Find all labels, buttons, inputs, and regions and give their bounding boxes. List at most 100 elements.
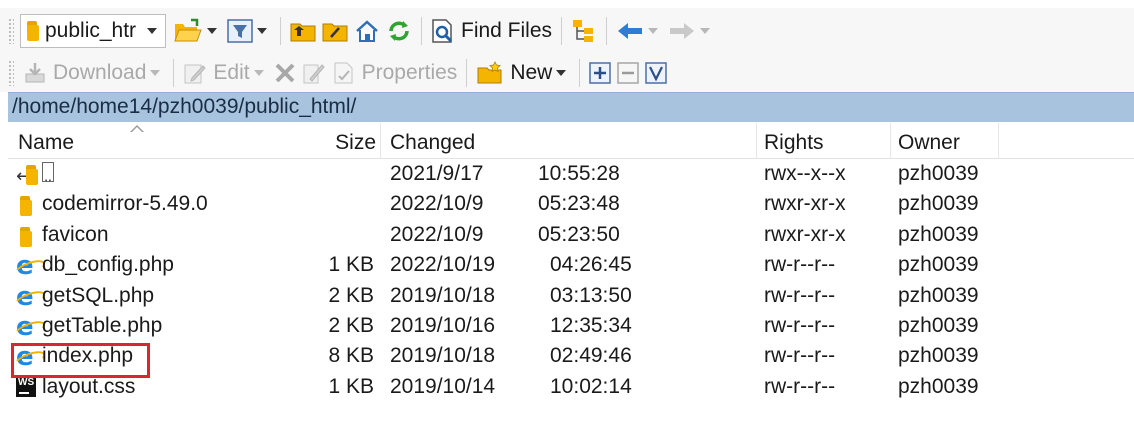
folder-icon — [20, 226, 32, 247]
file-row-db-config[interactable]: e db_config.php 1 KB 2022/10/19 04:26:45… — [8, 250, 1134, 280]
new-label: New — [510, 61, 553, 84]
chevron-down-icon[interactable] — [150, 70, 161, 76]
chevron-down-icon[interactable] — [207, 28, 217, 34]
file-rights: rwxr-xr-x — [764, 192, 846, 216]
toolbar-grip[interactable] — [8, 18, 14, 44]
file-time: 03:13:50 — [550, 283, 632, 307]
file-row-codemirror[interactable]: codemirror-5.49.0 2022/10/9 05:23:48 rwx… — [8, 189, 1134, 219]
file-row-parent[interactable]: ↵ .. 2021/9/17 10:55:28 rwx--x--x pzh003… — [8, 159, 1134, 189]
chevron-down-icon[interactable] — [700, 28, 711, 34]
rename-icon — [303, 64, 325, 84]
ie-file-icon: e — [16, 252, 40, 280]
file-row-index[interactable]: e index.php 8 KB 2019/10/18 02:49:46 rw-… — [8, 341, 1134, 371]
forward-button[interactable] — [665, 14, 717, 48]
file-row-gettable[interactable]: e getTable.php 2 KB 2019/10/16 12:35:34 … — [8, 311, 1134, 341]
select-files-button[interactable] — [586, 56, 614, 90]
file-name: getSQL.php — [42, 283, 155, 307]
tree-view-icon — [573, 20, 594, 42]
open-directory-button[interactable] — [170, 14, 224, 48]
parent-dir-name: .. — [42, 162, 54, 184]
file-size: 2 KB — [328, 313, 374, 337]
home-icon — [356, 20, 378, 42]
download-icon — [25, 63, 45, 83]
chevron-down-icon[interactable] — [257, 28, 267, 34]
file-row-favicon[interactable]: favicon 2022/10/9 05:23:50 rwxr-xr-x pzh… — [8, 220, 1134, 250]
properties-icon — [334, 62, 353, 84]
parent-directory-button[interactable] — [287, 14, 319, 48]
file-rights: rw-r--r-- — [764, 374, 836, 398]
toolbar-separator — [173, 59, 175, 87]
filter-button[interactable] — [224, 14, 274, 48]
edit-button[interactable]: Edit — [180, 56, 270, 90]
file-time: 05:23:48 — [538, 192, 620, 216]
column-header-size[interactable]: Size — [335, 131, 376, 155]
address-bar[interactable]: /home/home14/pzh0039/public_html/ — [8, 92, 1134, 122]
tree-view-button[interactable] — [568, 14, 600, 48]
column-divider[interactable] — [756, 123, 757, 159]
file-name: codemirror-5.49.0 — [42, 192, 208, 216]
file-owner: pzh0039 — [898, 344, 979, 368]
file-row-getsql[interactable]: e getSQL.php 2 KB 2019/10/18 03:13:50 rw… — [8, 281, 1134, 311]
folder-icon — [26, 165, 38, 185]
home-directory-button[interactable] — [351, 14, 383, 48]
column-divider[interactable] — [380, 123, 381, 159]
chevron-down-icon[interactable] — [253, 70, 264, 76]
find-files-icon — [432, 19, 453, 43]
toolbar-separator — [466, 59, 468, 87]
file-date: 2019/10/14 — [390, 374, 496, 398]
file-time: 10:02:14 — [550, 374, 632, 398]
column-header-changed[interactable]: Changed — [390, 131, 475, 155]
back-button[interactable] — [613, 14, 665, 48]
arrow-right-icon — [670, 23, 695, 39]
file-time: 04:26:45 — [550, 253, 632, 277]
folder-icon — [20, 196, 32, 217]
plus-box-icon — [589, 62, 612, 84]
file-time: 05:23:50 — [538, 222, 620, 246]
new-button[interactable]: New — [473, 56, 573, 90]
refresh-button[interactable] — [383, 14, 415, 48]
chevron-down-icon[interactable] — [147, 28, 157, 34]
delete-icon — [275, 63, 295, 83]
toolbar-grip[interactable] — [8, 60, 14, 86]
file-date: 2022/10/9 — [390, 192, 484, 216]
find-files-button[interactable]: Find Files — [428, 14, 555, 48]
chevron-down-icon[interactable] — [648, 28, 659, 34]
download-label: Download — [53, 61, 147, 84]
toolbar-separator — [421, 17, 422, 45]
file-date: 2019/10/16 — [390, 313, 496, 337]
file-row-layout-css[interactable]: WS layout.css 1 KB 2019/10/14 10:02:14 r… — [8, 372, 1134, 402]
minus-box-icon — [617, 62, 640, 84]
column-divider[interactable] — [890, 123, 891, 159]
column-header-owner[interactable]: Owner — [898, 131, 960, 155]
ie-file-icon: e — [16, 313, 40, 341]
file-date: 2022/10/9 — [390, 222, 484, 246]
file-rights: rw-r--r-- — [764, 313, 836, 337]
chevron-down-icon[interactable] — [556, 70, 567, 76]
delete-button[interactable] — [271, 56, 299, 90]
filter-selection-button[interactable] — [642, 56, 670, 90]
column-header-name[interactable]: Name — [18, 131, 74, 155]
refresh-icon — [389, 21, 409, 41]
file-date: 2022/10/19 — [390, 253, 496, 277]
column-divider[interactable] — [998, 123, 999, 159]
file-date: 2019/10/18 — [390, 283, 496, 307]
file-name: getTable.php — [42, 313, 163, 337]
sort-ascending-icon — [130, 125, 144, 132]
path-combo[interactable]: public_htr — [20, 14, 166, 48]
file-list: Name Size Changed Rights Owner ↵ .. 2021… — [8, 123, 1134, 427]
file-size: 2 KB — [328, 283, 374, 307]
file-owner: pzh0039 — [898, 313, 979, 337]
edit-label: Edit — [213, 61, 250, 84]
toolbar-separator — [606, 17, 608, 45]
edit-icon — [184, 64, 207, 84]
unselect-files-button[interactable] — [614, 56, 642, 90]
rename-button[interactable] — [299, 56, 329, 90]
webstorm-file-icon: WS — [16, 376, 36, 397]
download-button[interactable]: Download — [20, 56, 167, 90]
file-owner: pzh0039 — [898, 162, 979, 185]
properties-button[interactable]: Properties — [329, 56, 461, 90]
file-name: layout.css — [42, 374, 136, 398]
column-header-rights[interactable]: Rights — [764, 131, 824, 155]
root-directory-button[interactable] — [319, 14, 351, 48]
file-rights: rw-r--r-- — [764, 253, 836, 277]
